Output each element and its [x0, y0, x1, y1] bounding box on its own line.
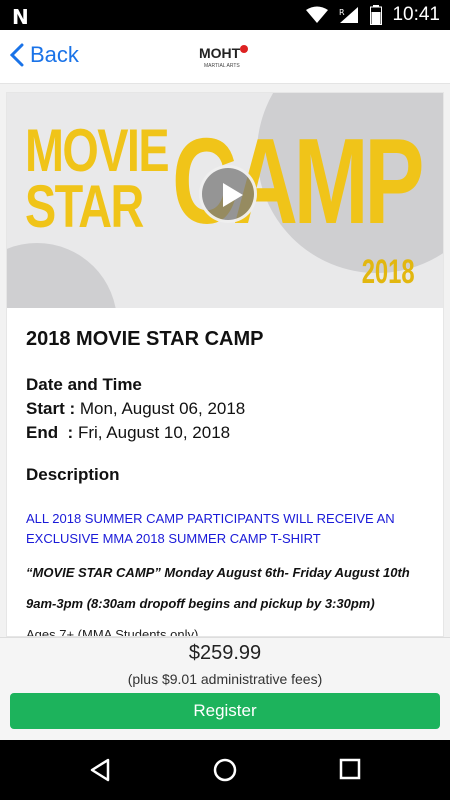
svg-text:MOHT: MOHT	[199, 45, 241, 61]
price: $259.99	[188, 642, 262, 664]
description-heading: Description	[26, 465, 120, 484]
promo-text: ALL 2018 SUMMER CAMP PARTICIPANTS WILL R…	[26, 511, 395, 546]
end-row: End : Fri, August 10, 2018	[26, 423, 424, 443]
start-row: Start : Mon, August 06, 2018	[26, 399, 424, 419]
battery-icon	[370, 5, 383, 25]
end-label: End :	[26, 423, 74, 442]
hours-line: 9am-3pm (8:30am dropoff begins and picku…	[26, 596, 375, 611]
start-label: Start :	[26, 399, 76, 418]
back-triangle-icon[interactable]	[88, 758, 112, 782]
back-button[interactable]: Back	[10, 42, 79, 68]
hero-title-left: MOVIE STAR	[25, 117, 170, 240]
ages-line: Ages 7+ (MMA Students only)	[26, 627, 199, 637]
signal-icon: R	[339, 7, 359, 23]
moht-logo: MOHT MARTIAL ARTS	[199, 45, 248, 69]
camp-dates-line: “MOVIE STAR CAMP” Monday August 6th- Fri…	[26, 565, 410, 580]
checkout-footer: $259.99 (plus $9.01 administrative fees)…	[0, 637, 450, 740]
notification-n-icon: N	[12, 5, 29, 29]
event-detail-card: MOVIE STAR CAMP 2018 2018 MOVIE STAR CAM…	[6, 92, 444, 637]
status-time: 10:41	[392, 4, 440, 25]
back-label: Back	[30, 42, 79, 67]
svg-text:R: R	[339, 8, 345, 17]
home-circle-icon[interactable]	[213, 758, 237, 782]
system-nav-bar	[0, 740, 450, 800]
play-icon[interactable]	[199, 165, 257, 223]
date-time-heading: Date and Time	[26, 375, 142, 394]
hero-year: 2018	[362, 253, 415, 291]
svg-text:MARTIAL ARTS: MARTIAL ARTS	[204, 63, 240, 69]
end-value: Fri, August 10, 2018	[77, 423, 231, 442]
fees-note: (plus $9.01 administrative fees)	[127, 671, 323, 687]
film-reel-decoration	[7, 243, 117, 308]
start-value: Mon, August 06, 2018	[79, 399, 246, 418]
event-title: 2018 MOVIE STAR CAMP	[26, 328, 264, 350]
event-video-thumbnail[interactable]: MOVIE STAR CAMP 2018	[7, 93, 443, 308]
nav-bar: Back MOHT MARTIAL ARTS	[0, 30, 450, 84]
register-button[interactable]: Register	[10, 693, 440, 729]
chevron-left-icon	[10, 43, 24, 67]
status-bar: N R 10:41	[0, 0, 450, 30]
wifi-icon	[306, 6, 329, 23]
recents-square-icon[interactable]	[339, 758, 361, 780]
status-icons: R 10:41	[306, 4, 440, 26]
